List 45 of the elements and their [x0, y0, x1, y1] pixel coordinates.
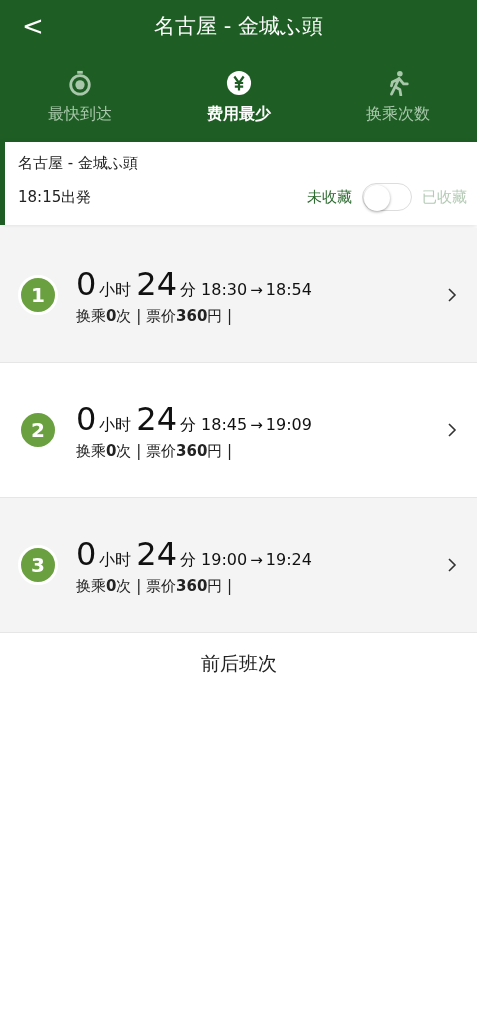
route-row[interactable]: 1 0 小时 24 分 18:30 → 18:54 换乘0次 | 票价360円 |: [0, 228, 477, 363]
route-number-badge: 3: [18, 545, 58, 585]
sort-tab[interactable]: 换乘次数: [318, 52, 477, 142]
stopwatch-icon: [66, 69, 93, 96]
duration-minutes: 24: [136, 264, 178, 303]
back-button[interactable]: <: [12, 11, 54, 41]
arrive-time: 18:54: [265, 279, 312, 299]
route-summary: 换乘0次 | 票价360円 |: [76, 306, 234, 326]
hours-unit: 小时: [99, 414, 132, 436]
duration-hours: 0: [76, 399, 97, 438]
route-number-badge: 2: [18, 410, 58, 450]
arrow-glyph: →: [250, 415, 263, 434]
favorite-toggle[interactable]: [362, 183, 412, 211]
duration-minutes: 24: [136, 534, 178, 573]
chevron-right-icon: [447, 287, 457, 303]
yen-icon: [225, 69, 252, 96]
not-favorited-label: 未收藏: [307, 187, 352, 207]
departure-time: 18:15出発: [18, 187, 93, 207]
page-title: 名古屋 - 金城ふ頭: [154, 13, 323, 40]
depart-time: 19:00: [201, 549, 248, 569]
depart-time: 18:45: [201, 414, 248, 434]
route-number-badge: 1: [18, 275, 58, 315]
favorited-label: 已收藏: [422, 187, 467, 207]
adjacent-trips-button[interactable]: 前后班次: [192, 647, 285, 681]
depart-time: 18:30: [201, 279, 248, 299]
chevron-right-icon: [447, 422, 457, 438]
minutes-unit: 分: [180, 279, 197, 301]
route-summary: 换乘0次 | 票价360円 |: [76, 576, 234, 596]
hours-unit: 小时: [99, 279, 132, 301]
sort-tab[interactable]: 费用最少: [159, 52, 318, 142]
arrow-glyph: →: [250, 280, 263, 299]
arrow-glyph: →: [250, 550, 263, 569]
duration-minutes: 24: [136, 399, 178, 438]
hours-unit: 小时: [99, 549, 132, 571]
duration-hours: 0: [76, 264, 97, 303]
route-row[interactable]: 3 0 小时 24 分 19:00 → 19:24 换乘0次 | 票价360円 |: [0, 498, 477, 633]
sort-tab[interactable]: 最快到达: [0, 52, 159, 142]
duration-hours: 0: [76, 534, 97, 573]
chevron-right-icon: [447, 557, 457, 573]
arrive-time: 19:24: [265, 549, 312, 569]
arrive-time: 19:09: [265, 414, 312, 434]
minutes-unit: 分: [180, 549, 197, 571]
minutes-unit: 分: [180, 414, 197, 436]
route-name: 名古屋 - 金城ふ頭: [18, 154, 139, 173]
route-summary: 换乘0次 | 票价360円 |: [76, 441, 234, 461]
